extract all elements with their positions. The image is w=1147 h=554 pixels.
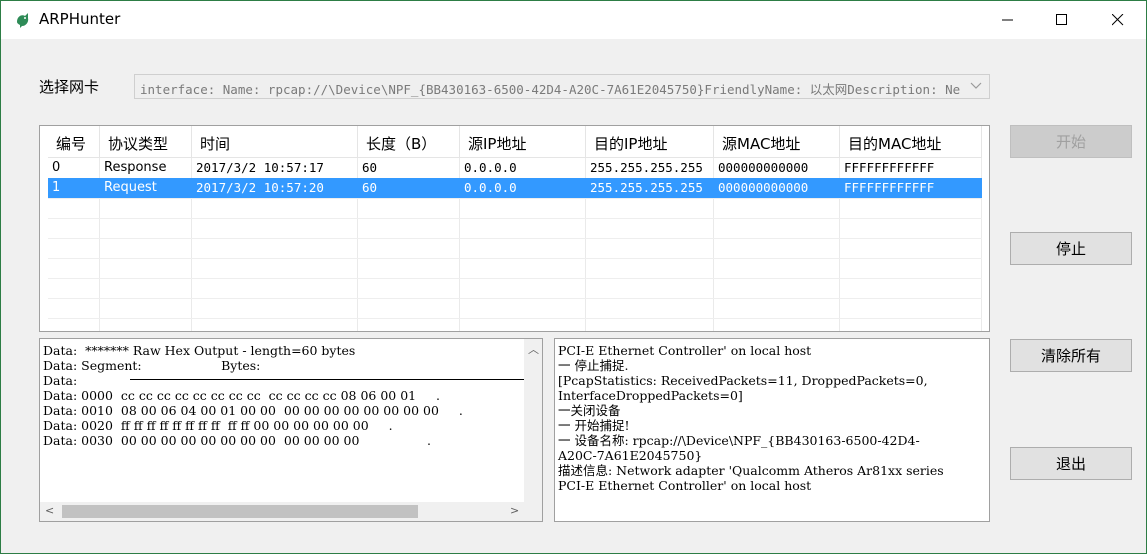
column-header[interactable]: 目的IP地址: [586, 126, 714, 158]
table-cell: FFFFFFFFFFFF: [844, 160, 935, 175]
window-title: ARPHunter: [39, 10, 121, 28]
column-header[interactable]: 源IP地址: [460, 126, 586, 158]
minimize-button[interactable]: [980, 1, 1036, 39]
table-cell: 000000000000: [718, 160, 809, 175]
hex-horizontal-scrollbar[interactable]: < >: [40, 502, 542, 521]
start-button[interactable]: 开始: [1010, 125, 1132, 158]
log-line: [PcapStatistics: ReceivedPackets=11, Dro…: [558, 373, 928, 388]
hex-line: Data: 0010 08 00 06 04 00 01 00 00 00 00…: [43, 403, 463, 418]
hex-output-text: Data: ******* Raw Hex Output - length=60…: [43, 343, 463, 448]
hex-vertical-scrollbar[interactable]: ︿: [524, 339, 542, 503]
table-cell: 0.0.0.0: [464, 160, 517, 175]
title-bar: ARPHunter: [1, 1, 1146, 39]
stop-button[interactable]: 停止: [1010, 232, 1132, 265]
hex-separator: [130, 379, 542, 380]
table-gridline: [48, 238, 982, 239]
column-header[interactable]: 源MAC地址: [714, 126, 840, 158]
table-cell: FFFFFFFFFFFF: [844, 180, 935, 195]
log-text: PCI-E Ethernet Controller' on local host…: [558, 343, 944, 493]
exit-button[interactable]: 退出: [1010, 447, 1132, 480]
table-cell: 255.255.255.255: [590, 160, 703, 175]
minimize-icon: [1002, 19, 1013, 21]
close-button[interactable]: [1090, 1, 1146, 39]
hex-output-panel[interactable]: Data: ******* Raw Hex Output - length=60…: [39, 338, 543, 522]
table-cell: 0: [52, 160, 61, 175]
table-gridline: [48, 278, 982, 279]
table-gridline: [48, 298, 982, 299]
table-gridline: [48, 258, 982, 259]
column-header[interactable]: 时间: [192, 126, 358, 158]
nic-select-value: interface: Name: rpcap://\Device\NPF_{BB…: [140, 82, 961, 97]
clear-all-button[interactable]: 清除所有: [1010, 339, 1132, 372]
log-line: PCI-E Ethernet Controller' on local host: [558, 478, 812, 493]
maximize-icon: [1056, 14, 1067, 25]
hex-line: Data: 0020 ff ff ff ff ff ff ff ff ff ff…: [43, 418, 393, 433]
hex-line: Data:: [43, 373, 78, 388]
table-cell: Request: [104, 180, 157, 195]
hscroll-thumb[interactable]: [62, 505, 418, 518]
table-cell: 000000000000: [718, 180, 809, 195]
table-cell: 2017/3/2 10:57:20: [196, 180, 324, 195]
log-line: InterfaceDroppedPackets=0]: [558, 388, 743, 403]
table-gridline: [48, 318, 982, 319]
table-row[interactable]: 0 Response 2017/3/2 10:57:17 60 0.0.0.0 255.2…: [48, 158, 982, 178]
table-cell: Response: [104, 160, 167, 175]
packet-grid: 编号 协议类型 时间 长度（B） 源IP地址 目的IP地址 源MAC地址 目的MAC地址 0 Re…: [48, 126, 982, 331]
log-line: 一关闭设备: [558, 403, 621, 418]
close-icon: [1112, 14, 1124, 26]
hex-line: Data: 0030 00 00 00 00 00 00 00 00 00 00…: [43, 433, 431, 448]
hex-line: Data: ******* Raw Hex Output - length=60…: [43, 343, 356, 358]
scroll-left-icon[interactable]: <: [45, 504, 54, 517]
hex-line: Data: Segment: Bytes:: [43, 358, 261, 373]
maximize-button[interactable]: [1034, 1, 1090, 39]
chevron-down-icon: [970, 82, 982, 89]
column-header[interactable]: 长度（B）: [358, 126, 460, 158]
log-panel[interactable]: PCI-E Ethernet Controller' on local host…: [554, 338, 990, 522]
nic-label: 选择网卡: [39, 78, 100, 96]
scroll-up-icon[interactable]: ︿: [528, 341, 539, 357]
table-cell: 1: [52, 180, 61, 195]
table-gridline: [48, 218, 982, 219]
table-cell: 60: [362, 160, 378, 175]
table-cell: 255.255.255.255: [590, 180, 703, 195]
table-row[interactable]: 1 Request 2017/3/2 10:57:20 60 0.0.0.0 255.25…: [48, 178, 982, 198]
column-header[interactable]: 编号: [48, 126, 100, 158]
table-cell: 0.0.0.0: [464, 180, 517, 195]
log-line: 一 停止捕捉.: [558, 358, 629, 373]
column-header[interactable]: 协议类型: [100, 126, 192, 158]
log-line: 描述信息: Network adapter 'Qualcomm Atheros …: [558, 463, 944, 478]
table-cell: 60: [362, 180, 378, 195]
app-bird-icon: [17, 13, 29, 28]
table-cell: 2017/3/2 10:57:17: [196, 160, 324, 175]
hex-line: Data: 0000 cc cc cc cc cc cc cc cc cc cc…: [43, 388, 440, 403]
column-header[interactable]: 目的MAC地址: [840, 126, 982, 158]
log-line: PCI-E Ethernet Controller' on local host: [558, 343, 812, 358]
table-gridline: [48, 198, 982, 199]
log-line: A20C-7A61E2045750}: [558, 448, 703, 463]
log-line: 一 开始捕捉!: [558, 418, 630, 433]
log-line: 一 设备名称: rpcap://\Device\NPF_{BB430163-65…: [558, 433, 920, 448]
scroll-right-icon[interactable]: >: [510, 504, 519, 517]
nic-select[interactable]: interface: Name: rpcap://\Device\NPF_{BB…: [134, 74, 990, 99]
app-window: ARPHunter 选择网卡 interface: Name: rpcap://…: [0, 0, 1147, 554]
packet-table[interactable]: 编号 协议类型 时间 长度（B） 源IP地址 目的IP地址 源MAC地址 目的MAC地址 0 Re…: [39, 125, 990, 332]
